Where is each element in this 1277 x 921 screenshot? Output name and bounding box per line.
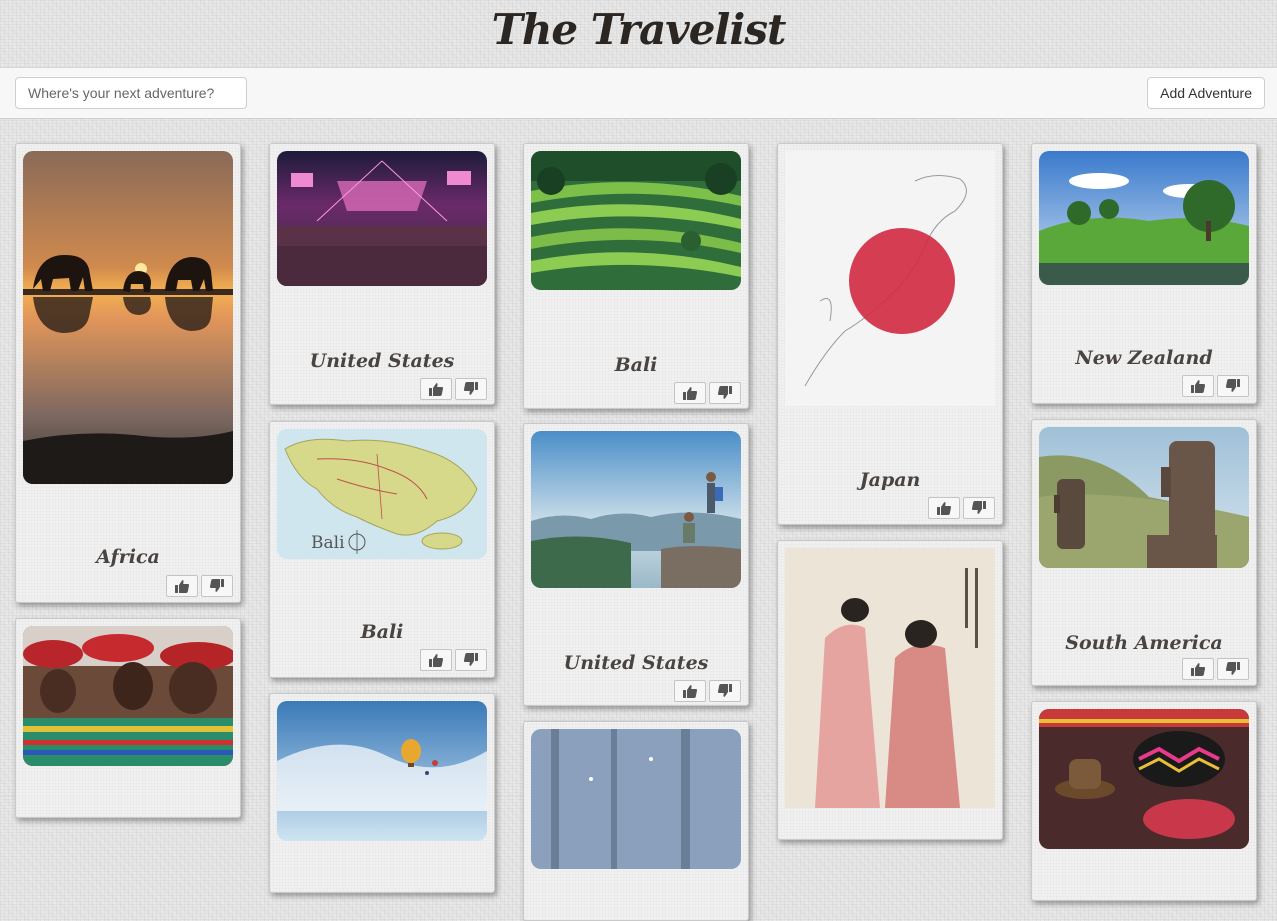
thumbs-up-icon xyxy=(1190,378,1206,394)
adventure-card-balloons[interactable] xyxy=(269,693,495,893)
site-title: The Travelist xyxy=(491,5,787,54)
adventure-card-united-states-concert[interactable]: United States xyxy=(269,143,495,405)
thumbs-up-button[interactable] xyxy=(420,378,452,400)
vote-controls xyxy=(674,382,741,404)
ukiyo-e-print-photo xyxy=(785,548,995,808)
card-title: United States xyxy=(309,350,455,372)
thumbs-down-button[interactable] xyxy=(963,497,995,519)
thumbs-down-button[interactable] xyxy=(455,649,487,671)
thumbs-down-icon xyxy=(1225,661,1241,677)
bali-map-photo: Bali xyxy=(277,429,487,559)
thumbs-up-button[interactable] xyxy=(1182,375,1214,397)
vote-controls xyxy=(420,378,487,400)
hot-air-balloons-photo xyxy=(277,701,487,841)
colorful-market-hats-photo xyxy=(1039,709,1249,849)
vote-controls xyxy=(1182,658,1249,680)
hikers-mountain-photo xyxy=(531,431,741,588)
thumbs-down-icon xyxy=(463,381,479,397)
adventure-card-africa[interactable]: Africa xyxy=(15,143,241,603)
thumbs-up-icon xyxy=(682,683,698,699)
thumbs-up-button[interactable] xyxy=(420,649,452,671)
add-adventure-button[interactable]: Add Adventure xyxy=(1147,77,1265,109)
snowy-forest-photo xyxy=(531,729,741,869)
thumbs-down-icon xyxy=(971,500,987,516)
thumbs-up-button[interactable] xyxy=(674,680,706,702)
card-title: Bali xyxy=(360,621,404,643)
card-title: New Zealand xyxy=(1075,347,1213,369)
thumbs-up-icon xyxy=(682,385,698,401)
adventure-card-bali-terraces[interactable]: Bali xyxy=(523,143,749,409)
thumbs-down-icon xyxy=(717,683,733,699)
thumbs-up-icon xyxy=(428,381,444,397)
map-label: Bali xyxy=(311,533,345,553)
moai-statues-photo xyxy=(1039,427,1249,568)
rice-terraces-photo xyxy=(531,151,741,290)
thumbs-down-icon xyxy=(209,578,225,594)
thumbs-down-button[interactable] xyxy=(709,680,741,702)
card-title: Bali xyxy=(614,354,658,376)
thumbs-down-icon xyxy=(1225,378,1241,394)
thumbs-up-icon xyxy=(428,652,444,668)
search-input[interactable] xyxy=(15,77,247,109)
vote-controls xyxy=(420,649,487,671)
thumbs-down-button[interactable] xyxy=(709,382,741,404)
elephants-sunset-photo xyxy=(23,151,233,484)
adventure-card-market[interactable] xyxy=(1031,701,1257,901)
toolbar: Add Adventure xyxy=(0,67,1277,119)
adventure-card-tribal[interactable] xyxy=(15,618,241,818)
header: The Travelist xyxy=(0,0,1277,66)
card-title: Japan xyxy=(859,469,921,491)
adventure-card-united-states-hikers[interactable]: United States xyxy=(523,423,749,706)
thumbs-up-button[interactable] xyxy=(928,497,960,519)
vote-controls xyxy=(928,497,995,519)
vote-controls xyxy=(166,575,233,597)
card-title: United States xyxy=(563,652,709,674)
green-hills-lake-photo xyxy=(1039,151,1249,285)
thumbs-down-icon xyxy=(463,652,479,668)
thumbs-up-button[interactable] xyxy=(166,575,198,597)
thumbs-up-button[interactable] xyxy=(674,382,706,404)
thumbs-down-button[interactable] xyxy=(201,575,233,597)
thumbs-down-button[interactable] xyxy=(1217,658,1249,680)
thumbs-up-button[interactable] xyxy=(1182,658,1214,680)
thumbs-down-button[interactable] xyxy=(1217,375,1249,397)
thumbs-down-button[interactable] xyxy=(455,378,487,400)
thumbs-up-icon xyxy=(174,578,190,594)
thumbs-up-icon xyxy=(936,500,952,516)
tribal-dancers-photo xyxy=(23,626,233,766)
vote-controls xyxy=(674,680,741,702)
thumbs-up-icon xyxy=(1190,661,1206,677)
adventure-card-forest[interactable] xyxy=(523,721,749,921)
adventure-card-ukiyo-e[interactable] xyxy=(777,540,1003,840)
adventure-card-japan[interactable]: Japan xyxy=(777,143,1003,525)
card-title: Africa xyxy=(96,546,160,568)
adventure-card-south-america[interactable]: South America xyxy=(1031,419,1257,686)
japan-flag-map-photo xyxy=(785,151,995,406)
thumbs-down-icon xyxy=(717,385,733,401)
card-title: South America xyxy=(1065,632,1223,654)
vote-controls xyxy=(1182,375,1249,397)
concert-crowd-photo xyxy=(277,151,487,286)
adventure-card-bali-map[interactable]: Bali Bali xyxy=(269,421,495,678)
adventure-card-new-zealand[interactable]: New Zealand xyxy=(1031,143,1257,404)
